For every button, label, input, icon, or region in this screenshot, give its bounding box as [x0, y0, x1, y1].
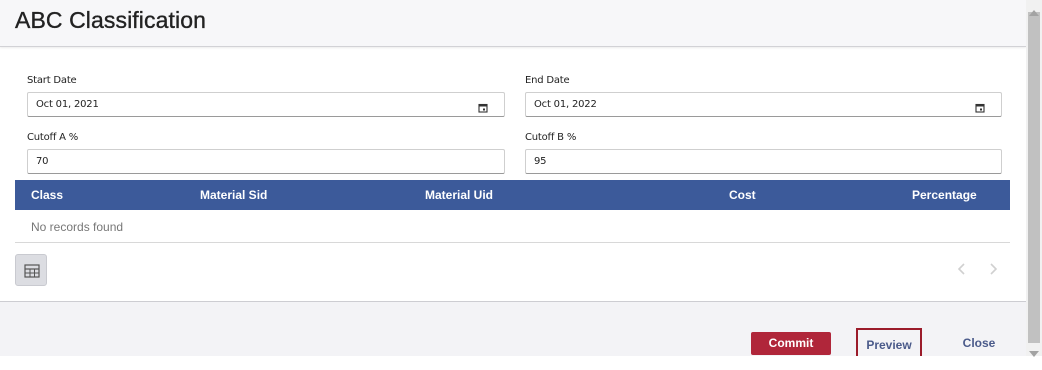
table-grid-button[interactable] — [15, 254, 47, 286]
cutoff-b-value: 95 — [534, 156, 547, 167]
chevron-right-icon[interactable] — [986, 261, 1000, 277]
dialog-header: ABC Classification — [0, 0, 1026, 47]
close-button[interactable]: Close — [952, 332, 1006, 355]
table-header: Class Material Sid Material Uid Cost Per… — [15, 180, 1010, 210]
start-date-label: Start Date — [27, 75, 77, 86]
empty-message: No records found — [31, 220, 124, 234]
cutoff-b-label: Cutoff B % — [525, 132, 577, 143]
start-date-field[interactable]: Oct 01, 2021 — [27, 92, 505, 117]
abc-classification-dialog: ABC Classification Start Date Oct 01, 20… — [0, 0, 1026, 370]
scroll-up-arrow-icon[interactable] — [1029, 3, 1039, 21]
scroll-down-arrow-icon[interactable] — [1029, 344, 1039, 362]
table-grid-icon — [24, 264, 40, 278]
column-header-percentage[interactable]: Percentage — [912, 188, 977, 202]
cutoff-a-label: Cutoff A % — [27, 132, 79, 143]
page-title: ABC Classification — [15, 7, 206, 33]
column-header-material-sid[interactable]: Material Sid — [200, 188, 267, 202]
end-date-field[interactable]: Oct 01, 2022 — [525, 92, 1002, 117]
bottom-strip — [0, 356, 1042, 370]
column-header-cost[interactable]: Cost — [729, 188, 756, 202]
column-header-material-uid[interactable]: Material Uid — [425, 188, 493, 202]
cutoff-a-input[interactable]: 70 — [27, 149, 505, 174]
cutoff-b-input[interactable]: 95 — [525, 149, 1002, 174]
scrollbar-thumb[interactable] — [1028, 12, 1040, 343]
chevron-left-icon[interactable] — [955, 261, 969, 277]
commit-button[interactable]: Commit — [751, 332, 831, 355]
end-date-value: Oct 01, 2022 — [534, 99, 597, 110]
start-date-value: Oct 01, 2021 — [36, 99, 99, 110]
column-header-class[interactable]: Class — [31, 188, 63, 202]
end-date-label: End Date — [525, 75, 570, 86]
table-empty-row: No records found — [15, 210, 1010, 243]
calendar-icon[interactable] — [478, 100, 488, 113]
cutoff-a-value: 70 — [36, 156, 49, 167]
calendar-icon[interactable] — [975, 100, 985, 113]
